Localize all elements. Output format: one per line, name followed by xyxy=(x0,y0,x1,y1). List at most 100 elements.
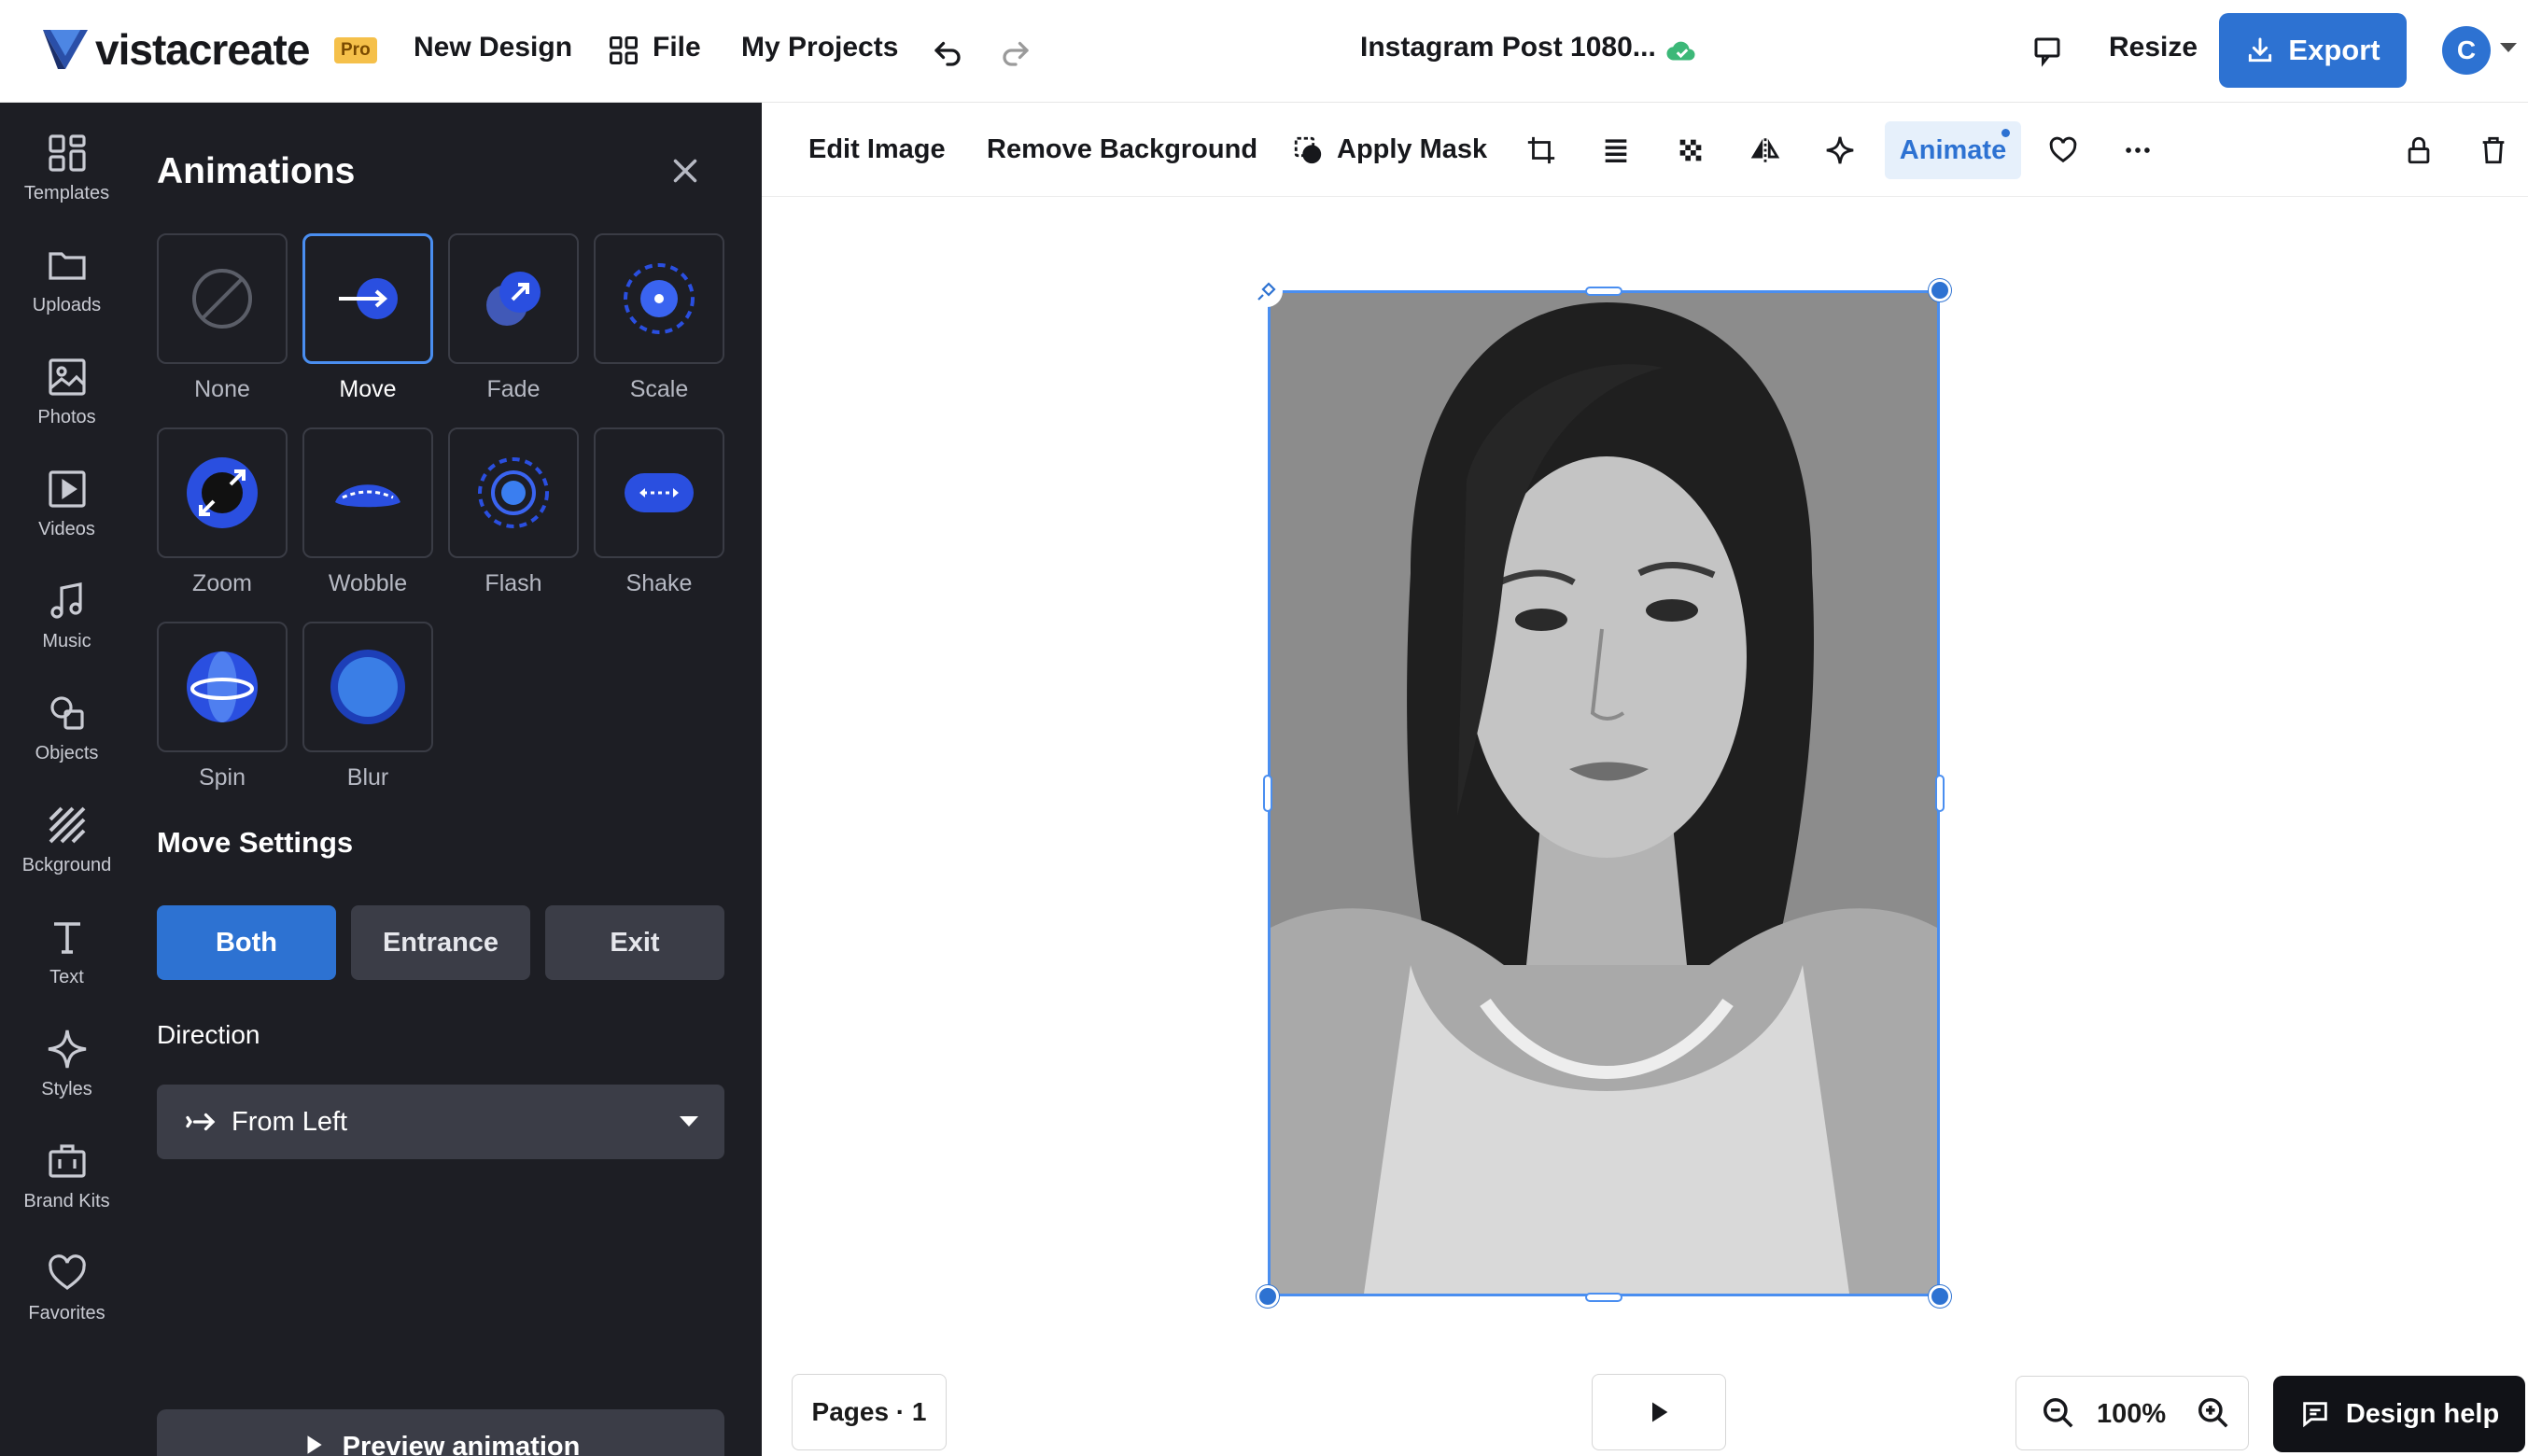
context-toolbar: Edit Image Remove Background Apply Mask … xyxy=(762,103,2528,197)
rail-item-videos[interactable]: Videos xyxy=(0,467,133,569)
animate-button[interactable]: Animate xyxy=(1885,121,2021,179)
rail-label: Uploads xyxy=(32,295,102,315)
close-icon[interactable] xyxy=(666,151,705,190)
left-rail: Templates Uploads Photos Videos Music Ob… xyxy=(0,103,133,1456)
adjust-icon[interactable] xyxy=(1598,133,1634,168)
resize-handle-top[interactable] xyxy=(1585,287,1622,296)
undo-icon[interactable] xyxy=(929,32,966,69)
shake-icon xyxy=(625,473,694,512)
text-icon xyxy=(53,922,80,954)
logo[interactable]: vistacreate xyxy=(41,24,310,75)
animations-panel: Animations None Move Fade Scale Zoom Wob… xyxy=(133,103,762,1456)
rail-item-favorites[interactable]: Favorites xyxy=(0,1251,133,1353)
animation-pin-icon[interactable] xyxy=(1251,275,1283,307)
play-button[interactable] xyxy=(1592,1374,1726,1450)
briefcase-icon xyxy=(48,1144,86,1178)
my-projects-button[interactable]: My Projects xyxy=(741,32,898,63)
shapes-icon xyxy=(49,696,84,730)
transparency-icon[interactable] xyxy=(1673,133,1708,168)
rail-label: Objects xyxy=(35,743,99,763)
mask-icon[interactable] xyxy=(1290,133,1326,168)
logo-text: vistacreate xyxy=(95,25,310,74)
design-help-button[interactable]: Design help xyxy=(2273,1376,2525,1452)
animation-tile-move[interactable] xyxy=(302,233,433,364)
crop-icon[interactable] xyxy=(1524,133,1559,168)
spin-icon xyxy=(187,651,258,722)
animation-tile-zoom[interactable] xyxy=(157,427,288,558)
animation-tile-wobble[interactable] xyxy=(302,427,433,558)
lock-icon[interactable] xyxy=(2401,133,2437,168)
export-label: Export xyxy=(2288,34,2381,66)
rail-label: Photos xyxy=(37,407,96,427)
chevron-down-icon[interactable] xyxy=(2500,43,2517,52)
resize-handle-bottom-left[interactable] xyxy=(1257,1285,1279,1308)
direction-select[interactable]: From Left xyxy=(157,1085,724,1159)
rail-label: Favorites xyxy=(28,1303,105,1323)
rail-item-styles[interactable]: Styles xyxy=(0,1027,133,1129)
animation-label: Blur xyxy=(346,764,389,791)
rail-item-text[interactable]: Text xyxy=(0,915,133,1017)
zoom-in-icon[interactable] xyxy=(2196,1395,2231,1431)
templates-icon xyxy=(48,134,86,172)
animation-tile-flash[interactable] xyxy=(448,427,579,558)
rail-label: Templates xyxy=(23,183,110,203)
animate-label: Animate xyxy=(1899,134,2007,165)
wobble-icon xyxy=(335,484,400,508)
preview-animation-button[interactable]: Preview animation xyxy=(157,1409,724,1456)
animation-tile-shake[interactable] xyxy=(594,427,724,558)
comment-icon[interactable] xyxy=(2029,32,2066,69)
animation-label: Wobble xyxy=(328,570,408,596)
resize-handle-bottom-right[interactable] xyxy=(1929,1285,1951,1308)
animation-tile-spin[interactable] xyxy=(157,622,288,752)
pages-button[interactable]: Pages · 1 xyxy=(792,1374,947,1450)
selected-photo[interactable] xyxy=(1268,290,1940,1296)
music-icon xyxy=(49,582,82,619)
play-icon xyxy=(1652,1402,1668,1422)
rail-item-background[interactable]: Bckground xyxy=(0,803,133,905)
zoom-value: 100% xyxy=(2097,1399,2167,1429)
document-title[interactable]: Instagram Post 1080... xyxy=(1360,32,1656,63)
more-icon[interactable] xyxy=(2120,133,2156,168)
animation-tile-none[interactable] xyxy=(157,233,288,364)
rail-label: Music xyxy=(42,631,91,651)
resize-button[interactable]: Resize xyxy=(2109,32,2198,63)
segment-both-button[interactable]: Both xyxy=(157,905,336,980)
file-menu-button[interactable]: File xyxy=(653,32,701,63)
rail-item-brand-kits[interactable]: Brand Kits xyxy=(0,1139,133,1241)
animation-label: Fade xyxy=(486,376,541,402)
chat-icon xyxy=(2303,1402,2327,1428)
vistacreate-logo-icon xyxy=(43,30,88,69)
heart-icon[interactable] xyxy=(2045,133,2081,168)
rail-item-uploads[interactable]: Uploads xyxy=(0,243,133,345)
edit-image-button[interactable]: Edit Image xyxy=(808,134,946,165)
animation-tile-fade[interactable] xyxy=(448,233,579,364)
animation-tile-scale[interactable] xyxy=(594,233,724,364)
animation-tile-blur[interactable] xyxy=(302,622,433,752)
apply-mask-button[interactable]: Apply Mask xyxy=(1337,134,1487,165)
download-icon xyxy=(2249,37,2272,63)
resize-handle-right[interactable] xyxy=(1935,775,1945,812)
rail-item-objects[interactable]: Objects xyxy=(0,691,133,793)
direction-label: Direction xyxy=(157,1020,260,1049)
resize-handle-top-right[interactable] xyxy=(1929,279,1951,301)
export-button[interactable]: Export xyxy=(2219,13,2407,88)
rail-item-music[interactable]: Music xyxy=(0,579,133,681)
redo-icon[interactable] xyxy=(997,32,1034,69)
blur-icon xyxy=(330,650,405,724)
sparkle-icon[interactable] xyxy=(1822,133,1858,168)
new-design-button[interactable]: New Design xyxy=(414,32,572,63)
flip-icon[interactable] xyxy=(1748,133,1783,168)
rail-item-templates[interactable]: Templates xyxy=(0,131,133,233)
grid-icon[interactable] xyxy=(605,32,642,69)
zoom-icon xyxy=(187,457,258,528)
rail-item-photos[interactable]: Photos xyxy=(0,355,133,457)
segment-exit-button[interactable]: Exit xyxy=(545,905,724,980)
avatar[interactable]: C xyxy=(2442,26,2491,75)
remove-background-button[interactable]: Remove Background xyxy=(987,134,1257,165)
trash-icon[interactable] xyxy=(2476,133,2511,168)
direction-value: From Left xyxy=(232,1106,348,1137)
segment-entrance-button[interactable]: Entrance xyxy=(351,905,530,980)
resize-handle-left[interactable] xyxy=(1263,775,1272,812)
zoom-out-icon[interactable] xyxy=(2041,1395,2076,1431)
resize-handle-bottom[interactable] xyxy=(1585,1293,1622,1302)
